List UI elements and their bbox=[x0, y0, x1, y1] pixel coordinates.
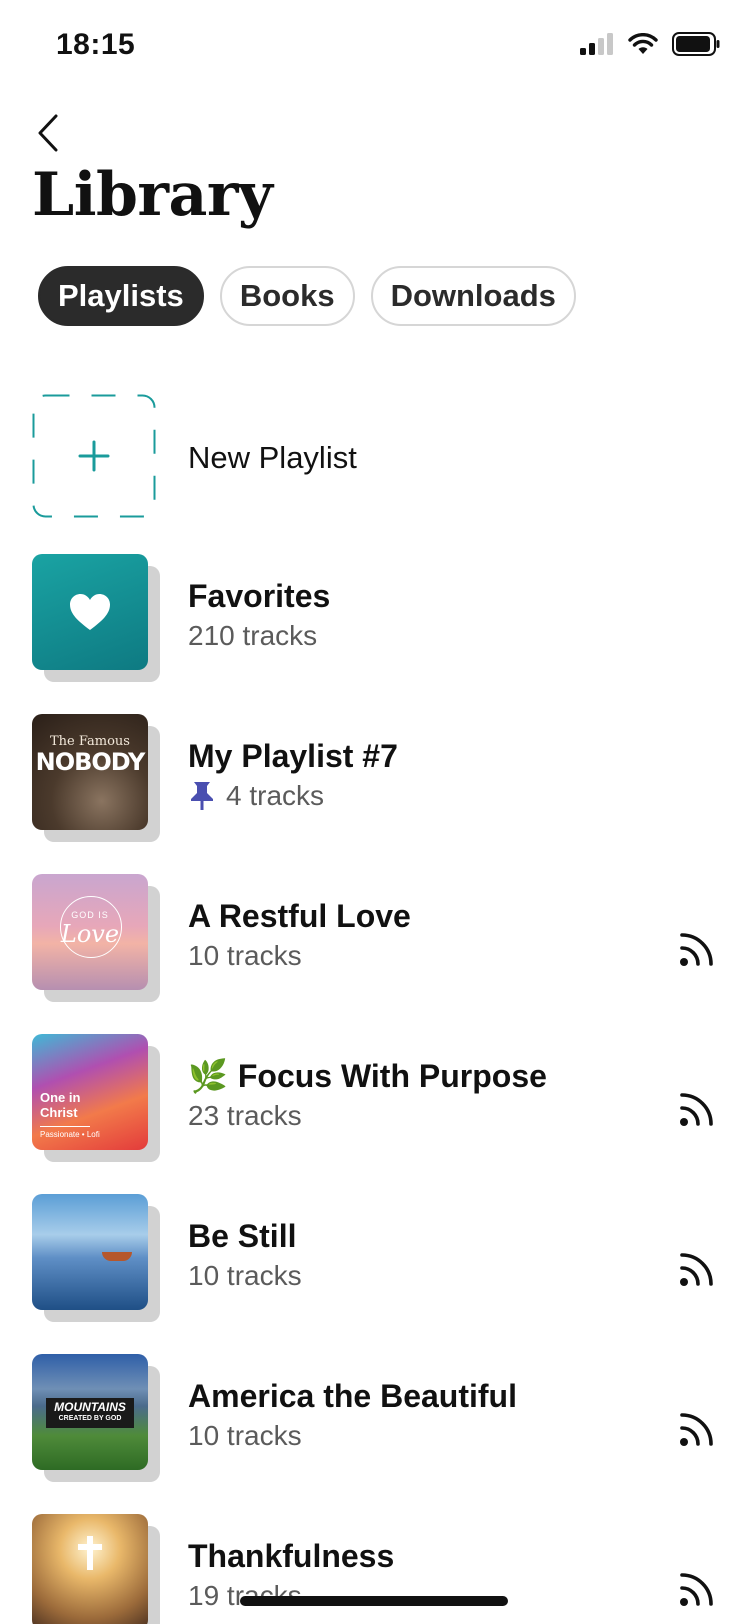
playlist-title: Favorites bbox=[188, 578, 331, 614]
back-button[interactable] bbox=[28, 110, 68, 156]
battery-icon bbox=[672, 32, 720, 56]
tab-playlists[interactable]: Playlists bbox=[38, 266, 204, 326]
page-title: Library bbox=[32, 160, 273, 230]
playlist-item[interactable]: One in Christ Passionate • Lofi 🌿 Focus … bbox=[32, 1034, 722, 1194]
wifi-icon bbox=[628, 33, 658, 54]
playlist-item[interactable]: Thankfulness 19 tracks bbox=[32, 1514, 722, 1624]
plus-icon bbox=[78, 440, 110, 472]
playlist-list: Favorites 210 tracks The Famous NOBODY M… bbox=[32, 554, 722, 1624]
cover-text-main: One in Christ bbox=[40, 1090, 81, 1120]
playlist-cover: MOUNTAINS CREATED BY GOD bbox=[32, 1354, 160, 1482]
tab-downloads[interactable]: Downloads bbox=[370, 266, 576, 326]
playlist-title: A Restful Love bbox=[188, 898, 411, 934]
playlist-title: Thankfulness bbox=[188, 1538, 395, 1574]
playlist-track-count: 10 tracks bbox=[188, 1420, 302, 1451]
playlist-track-count: 4 tracks bbox=[226, 780, 325, 811]
signal-icon bbox=[580, 33, 613, 55]
cover-text-main: MOUNTAINS bbox=[54, 1400, 126, 1414]
playlist-track-count: 10 tracks bbox=[188, 1260, 302, 1291]
tab-books[interactable]: Books bbox=[219, 266, 355, 326]
playlist-cover bbox=[32, 1514, 160, 1624]
status-icons bbox=[580, 32, 720, 56]
cover-text-top: The Famous bbox=[50, 734, 130, 749]
cast-icon[interactable] bbox=[678, 1566, 720, 1608]
playlist-title: America the Beautiful bbox=[188, 1378, 517, 1414]
playlist-track-count: 23 tracks bbox=[188, 1100, 302, 1131]
playlist-cover bbox=[32, 1194, 160, 1322]
cover-text-top: GOD IS bbox=[71, 910, 109, 920]
chevron-left-icon bbox=[38, 114, 58, 152]
status-bar: 18:15 bbox=[0, 0, 750, 90]
cast-icon[interactable] bbox=[678, 1246, 720, 1288]
new-playlist-button[interactable]: New Playlist bbox=[32, 394, 722, 522]
playlist-track-count: 10 tracks bbox=[188, 940, 302, 971]
cover-text-bottom: Passionate • Lofi bbox=[40, 1130, 100, 1139]
playlist-title: Focus With Purpose bbox=[237, 1058, 547, 1094]
playlist-title: Be Still bbox=[188, 1218, 297, 1254]
cover-text-main: NOBODY bbox=[35, 748, 146, 776]
home-indicator bbox=[240, 1596, 508, 1606]
playlist-title: My Playlist #7 bbox=[188, 738, 398, 774]
status-time: 18:15 bbox=[56, 28, 136, 61]
playlist-cover: One in Christ Passionate • Lofi bbox=[32, 1034, 160, 1162]
playlist-item[interactable]: Be Still 10 tracks bbox=[32, 1194, 722, 1354]
cover-text-bottom: CREATED BY GOD bbox=[58, 1415, 122, 1422]
playlist-item[interactable]: Favorites 210 tracks bbox=[32, 554, 722, 714]
leaf-emoji: 🌿 bbox=[188, 1058, 228, 1094]
cover-text-main: Love bbox=[60, 920, 120, 948]
playlist-item[interactable]: MOUNTAINS CREATED BY GOD America the Bea… bbox=[32, 1354, 722, 1514]
pin-icon bbox=[191, 782, 213, 810]
cross-shape bbox=[87, 1536, 93, 1570]
cast-icon[interactable] bbox=[678, 926, 720, 968]
cast-icon[interactable] bbox=[678, 1086, 720, 1128]
new-playlist-label: New Playlist bbox=[188, 440, 357, 475]
playlist-cover: GOD IS Love bbox=[32, 874, 160, 1002]
heart-icon bbox=[70, 594, 110, 630]
boat-shape bbox=[102, 1252, 132, 1261]
tab-bar: Playlists Books Downloads bbox=[38, 266, 576, 326]
playlist-cover bbox=[32, 554, 160, 682]
playlist-track-count: 210 tracks bbox=[188, 620, 318, 651]
playlist-item[interactable]: GOD IS Love A Restful Love 10 tracks bbox=[32, 874, 722, 1034]
new-playlist-tile bbox=[32, 394, 160, 522]
playlist-cover: The Famous NOBODY bbox=[32, 714, 160, 842]
playlist-item[interactable]: The Famous NOBODY My Playlist #7 4 track… bbox=[32, 714, 722, 874]
cast-icon[interactable] bbox=[678, 1406, 720, 1448]
